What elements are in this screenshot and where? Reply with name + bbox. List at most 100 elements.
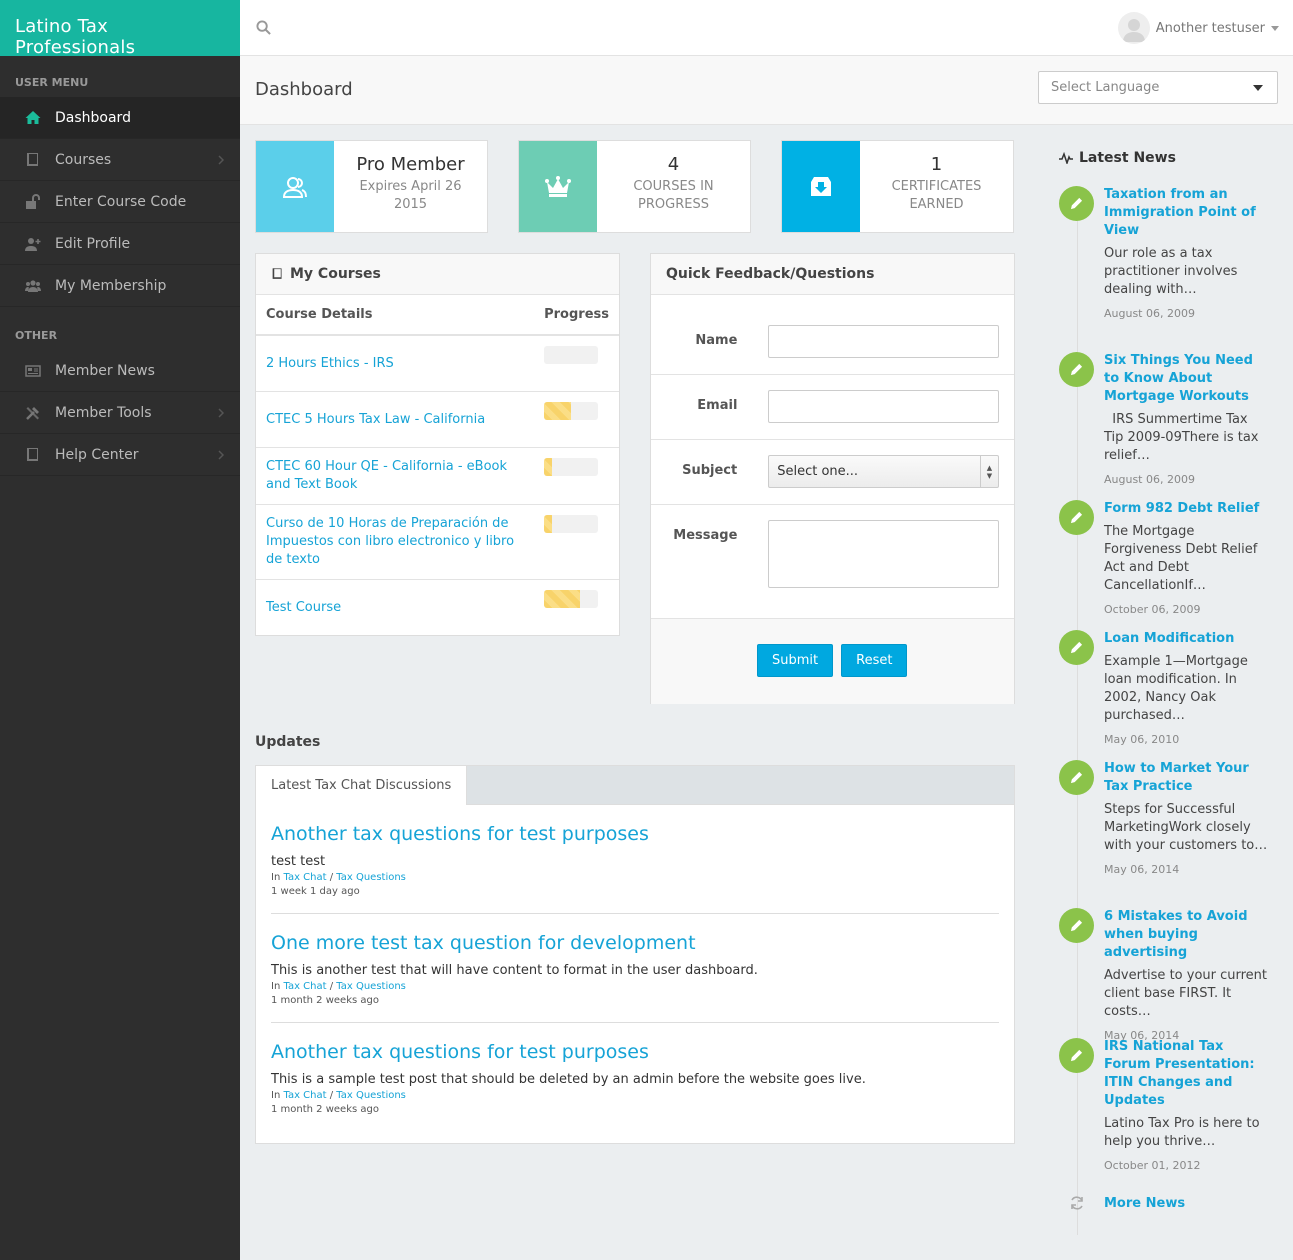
chevron-right-icon — [218, 450, 224, 460]
news-date: May 06, 2014 — [1104, 863, 1180, 876]
discussion-body: This is another test that will have cont… — [271, 963, 758, 978]
discussion-title-link[interactable]: Another tax questions for test purposes — [271, 823, 999, 845]
tab-latest-tax-chat[interactable]: Latest Tax Chat Discussions — [255, 765, 468, 805]
course-link[interactable]: 2 Hours Ethics - IRS — [266, 355, 524, 373]
discussion-item: One more test tax question for developme… — [271, 914, 999, 1023]
discussion-body: This is a sample test post that should b… — [271, 1072, 866, 1087]
news-title-link[interactable]: Taxation from an Immigration Point of Vi… — [1104, 186, 1269, 240]
category-link[interactable]: Tax Questions — [336, 981, 406, 992]
user-menu[interactable]: Another testuser — [1117, 12, 1279, 44]
sidebar-item-help-center[interactable]: Help Center — [0, 434, 240, 476]
category-link[interactable]: Tax Chat — [283, 981, 326, 992]
courses-icon-box — [519, 141, 597, 232]
news-excerpt: Our role as a tax practitioner involves … — [1104, 246, 1238, 297]
separator: / — [329, 981, 334, 992]
tabs-bar: Latest Tax Chat Discussions — [255, 765, 1014, 805]
language-select-value: Select Language — [1051, 80, 1160, 95]
discussion-item: Another tax questions for test purposes … — [271, 805, 999, 914]
users-icon — [25, 279, 41, 292]
table-row: Test Course — [256, 579, 619, 635]
sidebar-item-dashboard[interactable]: Dashboard — [0, 97, 240, 139]
discussion-item: Another tax questions for test purposes … — [271, 1023, 999, 1131]
certificates-label: CERTIFICATES EARNED — [891, 179, 982, 212]
discussion-title-link[interactable]: One more test tax question for developme… — [271, 932, 999, 954]
updates-title: Updates — [255, 734, 321, 750]
message-textarea[interactable] — [768, 520, 999, 588]
category-link[interactable]: Tax Chat — [283, 872, 326, 883]
chevron-right-icon — [218, 155, 224, 165]
category-link[interactable]: Tax Questions — [336, 1090, 406, 1101]
discussion-title-link[interactable]: Another tax questions for test purposes — [271, 1041, 999, 1063]
progress-bar — [544, 589, 599, 608]
sidebar-item-edit-profile[interactable]: Edit Profile — [0, 223, 240, 265]
course-link[interactable]: Test Course — [266, 599, 524, 617]
in-label: In — [271, 872, 281, 883]
news-item: How to Market Your Tax Practice Steps fo… — [1059, 760, 1269, 876]
separator: / — [329, 872, 334, 883]
topbar: Another testuser — [240, 0, 1293, 56]
news-title-link[interactable]: IRS National Tax Forum Presentation: ITI… — [1104, 1038, 1269, 1110]
category-link[interactable]: Tax Questions — [336, 872, 406, 883]
in-label: In — [271, 1090, 281, 1101]
caret-down-icon — [1253, 85, 1263, 91]
news-title-link[interactable]: Six Things You Need to Know About Mortga… — [1104, 352, 1269, 406]
submit-button[interactable]: Submit — [757, 644, 834, 677]
name-input[interactable] — [768, 325, 999, 358]
news-title-link[interactable]: Loan Modification — [1104, 630, 1269, 648]
discussion-meta: In Tax Chat / Tax Questions 1 week 1 day… — [271, 871, 999, 899]
sidebar-item-my-membership[interactable]: My Membership — [0, 265, 240, 307]
news-excerpt: Example 1—Mortgage loan modification. In… — [1104, 654, 1248, 723]
sidebar-item-member-news[interactable]: Member News — [0, 350, 240, 392]
search-icon[interactable] — [256, 20, 271, 35]
pencil-icon — [1059, 186, 1094, 221]
pencil-icon — [1059, 908, 1094, 943]
separator: / — [329, 1090, 334, 1101]
user-plus-icon — [25, 237, 41, 251]
news-excerpt: Advertise to your current client base FI… — [1104, 968, 1268, 1019]
news-excerpt: Steps for Successful MarketingWork close… — [1104, 802, 1268, 853]
news-item: 6 Mistakes to Avoid when buying advertis… — [1059, 908, 1269, 1042]
select-arrows-icon: ▲ ▼ — [980, 456, 998, 487]
table-row: CTEC 5 Hours Tax Law - California — [256, 391, 619, 447]
news-excerpt: The Mortgage Forgiveness Debt Relief Act… — [1104, 524, 1258, 593]
news-date: August 06, 2009 — [1104, 307, 1195, 320]
category-link[interactable]: Tax Chat — [283, 1090, 326, 1101]
email-input[interactable] — [768, 390, 999, 423]
reset-button[interactable]: Reset — [841, 644, 908, 677]
course-link[interactable]: CTEC 60 Hour QE - California - eBook and… — [266, 458, 524, 494]
newspaper-icon — [25, 364, 41, 377]
certificates-icon-box — [782, 141, 860, 232]
panel-header: My Courses — [256, 254, 619, 295]
latest-news-header: Latest News — [1059, 150, 1176, 166]
brand-logo[interactable]: Latino Tax Professionals — [0, 0, 240, 58]
news-title-link[interactable]: Form 982 Debt Relief — [1104, 500, 1269, 518]
my-courses-title: My Courses — [290, 266, 381, 282]
course-link[interactable]: CTEC 5 Hours Tax Law - California — [266, 411, 524, 429]
caret-down-icon — [1271, 25, 1279, 31]
panel-header: Quick Feedback/Questions — [651, 254, 1014, 295]
language-select[interactable]: Select Language — [1038, 71, 1278, 104]
sidebar-item-label: Dashboard — [55, 109, 131, 126]
courses-stat-box: 4 COURSES IN PROGRESS — [518, 140, 751, 233]
name-label: Name — [695, 333, 738, 348]
latest-news-title: Latest News — [1079, 150, 1176, 166]
subject-select[interactable]: Select one... ▲ ▼ — [768, 455, 999, 488]
more-news-link[interactable]: More News — [1104, 1196, 1185, 1211]
certificates-count: 1 — [930, 154, 943, 175]
chevron-right-icon — [218, 408, 224, 418]
progress-bar — [544, 346, 599, 364]
sidebar-item-enter-course-code[interactable]: Enter Course Code — [0, 181, 240, 223]
news-title-link[interactable]: 6 Mistakes to Avoid when buying advertis… — [1104, 908, 1269, 962]
course-link[interactable]: Curso de 10 Horas de Preparación de Impu… — [266, 515, 524, 569]
sidebar: Latino Tax Professionals USER MENU Dashb… — [0, 0, 240, 1260]
news-excerpt: IRS Summertime Tax Tip 2009-09There is t… — [1104, 412, 1263, 463]
refresh-icon — [1071, 1196, 1083, 1210]
sidebar-item-courses[interactable]: Courses — [0, 139, 240, 181]
courses-table: Course Details Progress 2 Hours Ethics -… — [256, 295, 619, 635]
sidebar-item-label: Courses — [55, 151, 112, 168]
column-header-course-details: Course Details — [256, 295, 535, 336]
sidebar-item-member-tools[interactable]: Member Tools — [0, 392, 240, 434]
news-title-link[interactable]: How to Market Your Tax Practice — [1104, 760, 1269, 796]
subject-label: Subject — [682, 463, 738, 478]
sidebar-item-label: Member News — [55, 362, 155, 379]
